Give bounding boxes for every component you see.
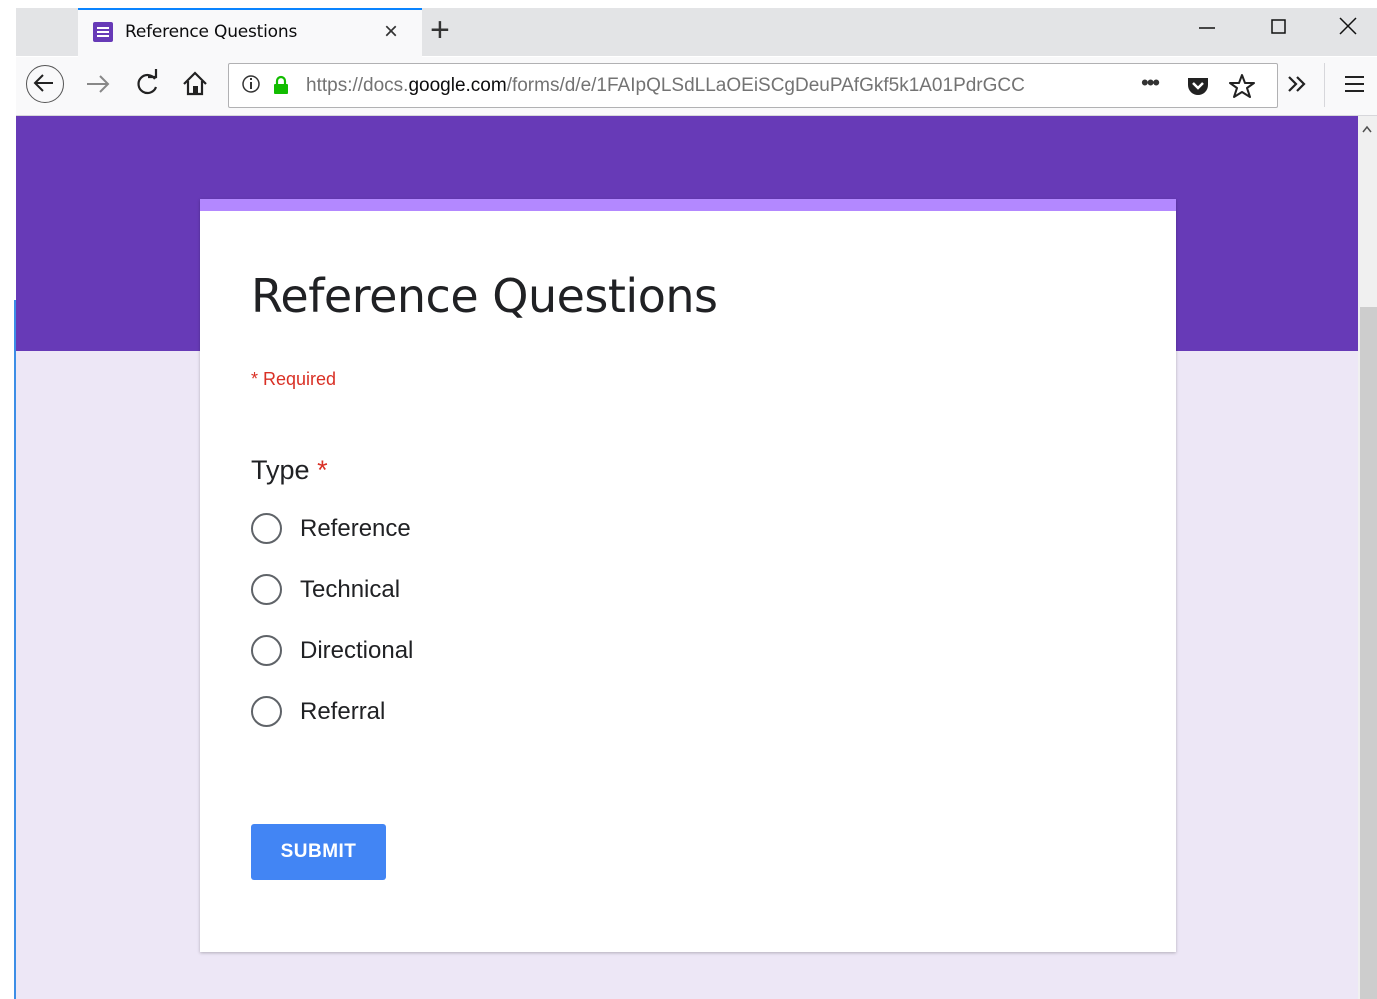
- pocket-icon[interactable]: [1186, 74, 1210, 103]
- tab-title: Reference Questions: [125, 22, 298, 42]
- form-title: Reference Questions: [251, 269, 718, 323]
- star-icon[interactable]: [1229, 73, 1255, 104]
- url-fade: [1059, 66, 1099, 104]
- arrow-left-icon: [33, 74, 53, 92]
- toolbar-separator: [1324, 63, 1325, 107]
- page-viewport: Reference Questions * Required Type * Re…: [16, 116, 1358, 999]
- url-prefix: https://docs.: [306, 75, 409, 96]
- required-star: *: [317, 455, 328, 485]
- radio-option-referral[interactable]: Referral: [251, 693, 651, 729]
- url-text[interactable]: https://docs.google.com/forms/d/e/1FAIpQ…: [306, 75, 1086, 97]
- radio-option-reference[interactable]: Reference: [251, 510, 651, 546]
- scrollbar-thumb[interactable]: [1360, 307, 1377, 999]
- maximize-icon[interactable]: [1270, 12, 1288, 47]
- radio-option-technical[interactable]: Technical: [251, 571, 651, 607]
- new-tab-icon[interactable]: +: [430, 13, 450, 47]
- home-button[interactable]: [181, 65, 209, 113]
- radio-button[interactable]: [251, 513, 282, 544]
- vertical-scrollbar[interactable]: [1358, 116, 1377, 999]
- lock-icon: [274, 75, 288, 94]
- question-label: Type *: [251, 455, 328, 486]
- url-path: /forms/d/e/1FAIpQLSdLLaOEiSCgDeuPAfGkf5k…: [506, 75, 1025, 96]
- page-actions-icon[interactable]: •••: [1141, 70, 1160, 96]
- url-bar[interactable]: https://docs.google.com/forms/d/e/1FAIpQ…: [228, 63, 1278, 108]
- info-icon[interactable]: [241, 73, 263, 103]
- url-host: google.com: [408, 75, 507, 96]
- minimize-icon[interactable]: [1198, 12, 1216, 47]
- reload-button[interactable]: [134, 65, 162, 113]
- back-button[interactable]: [26, 65, 64, 103]
- submit-button[interactable]: SUBMIT: [251, 824, 386, 880]
- chevron-double-right-icon[interactable]: [1284, 65, 1310, 113]
- home-icon: [183, 71, 207, 96]
- browser-tab[interactable]: Reference Questions ×: [78, 8, 422, 57]
- option-label: Directional: [300, 637, 414, 664]
- reload-icon: [137, 69, 158, 95]
- scroll-up-icon[interactable]: [1362, 120, 1372, 136]
- required-note: * Required: [251, 369, 337, 389]
- forward-button[interactable]: [84, 65, 112, 113]
- card-accent-stripe: [200, 199, 1176, 211]
- option-label: Technical: [300, 576, 401, 603]
- radio-button[interactable]: [251, 635, 282, 666]
- radio-button[interactable]: [251, 574, 282, 605]
- option-label: Referral: [300, 698, 386, 725]
- close-window-icon[interactable]: [1338, 12, 1358, 47]
- radio-option-directional[interactable]: Directional: [251, 632, 651, 668]
- tab-close-icon[interactable]: ×: [384, 18, 398, 46]
- hamburger-menu-icon[interactable]: [1344, 65, 1366, 113]
- forms-favicon-icon: [93, 22, 113, 42]
- radio-button[interactable]: [251, 696, 282, 727]
- question-title: Type: [251, 455, 310, 485]
- navigation-toolbar: https://docs.google.com/forms/d/e/1FAIpQ…: [16, 57, 1377, 116]
- arrow-right-icon: [87, 75, 110, 93]
- form-card: Reference Questions * Required Type * Re…: [200, 199, 1176, 952]
- option-label: Reference: [300, 515, 411, 542]
